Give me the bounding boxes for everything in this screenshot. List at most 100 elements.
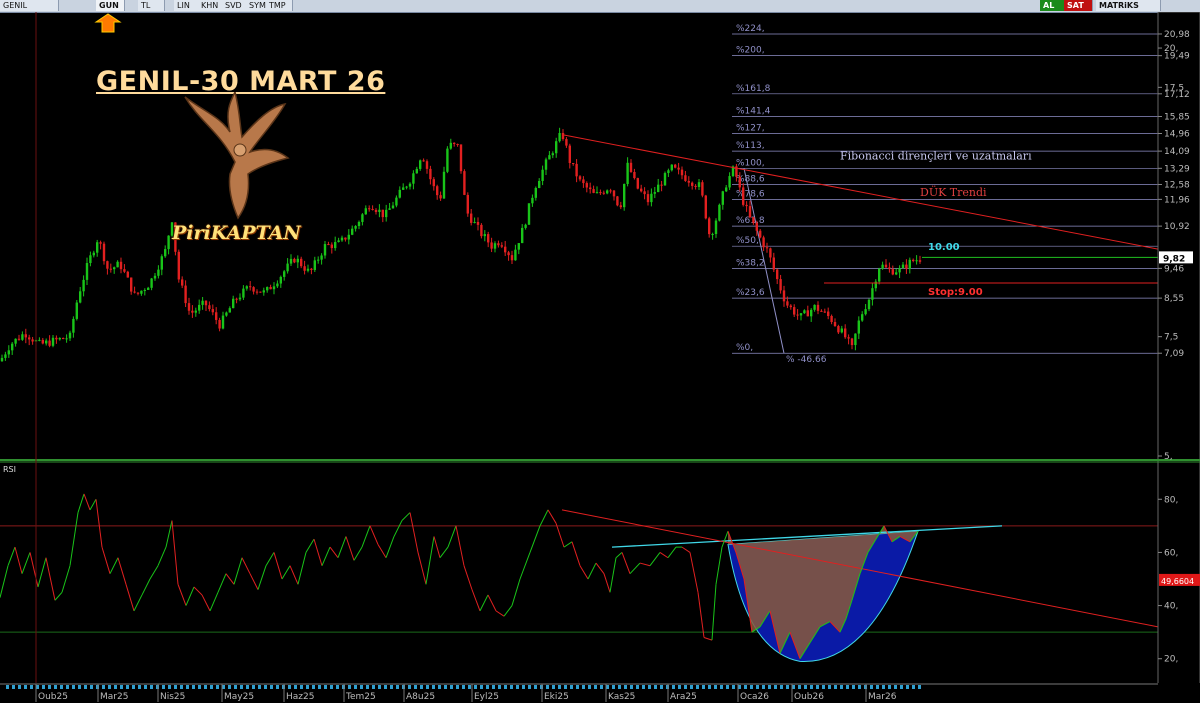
candle-body — [878, 268, 881, 282]
svd-button[interactable]: SVD — [222, 0, 249, 11]
candle-body — [334, 242, 337, 249]
rsi-segment — [14, 546, 23, 574]
rsi-segment — [217, 573, 227, 593]
x-axis-day-marker — [786, 685, 789, 689]
candle-body — [330, 244, 333, 249]
x-axis-day-marker — [114, 685, 117, 689]
candle-body — [436, 186, 439, 196]
x-axis-day-marker — [312, 685, 315, 689]
x-axis-day-marker — [396, 685, 399, 689]
candle-body — [867, 299, 871, 310]
rsi-segment — [471, 589, 481, 612]
candle-body — [102, 243, 106, 262]
candle-body — [524, 224, 527, 228]
symbol-field[interactable]: GENIL — [0, 0, 59, 11]
candle-body — [225, 312, 228, 316]
rsi-segment — [141, 578, 151, 596]
rsi-segment — [117, 557, 127, 585]
y-tick-label: 7,09 — [1164, 349, 1184, 359]
x-tick-label: Mar25 — [100, 692, 128, 702]
rsi-segment — [69, 512, 79, 566]
arrow-up-icon — [94, 13, 122, 33]
khn-button[interactable]: KHN — [198, 0, 225, 11]
candle-body — [480, 224, 483, 237]
fib-level-label: %100, — [736, 158, 765, 168]
rsi-segment — [265, 552, 275, 566]
x-axis-day-marker — [762, 685, 765, 689]
rsi-segment — [369, 525, 379, 545]
candle-body — [497, 243, 500, 246]
linear-button[interactable]: LIN — [174, 0, 201, 11]
rsi-segment — [149, 565, 159, 580]
candle-body — [623, 183, 626, 208]
candle-body — [153, 275, 157, 279]
x-axis-day-marker — [630, 685, 633, 689]
x-axis-day-marker — [210, 685, 213, 689]
candle-body — [704, 195, 707, 219]
rsi-segment — [571, 541, 581, 566]
candle-body — [449, 142, 452, 149]
candle-body — [857, 320, 860, 334]
rsi-segment — [587, 562, 597, 580]
candle-body — [157, 269, 160, 276]
x-axis-day-marker — [462, 685, 465, 689]
x-axis-day-marker — [6, 685, 9, 689]
candle-body — [602, 192, 605, 194]
candle-body — [187, 303, 191, 311]
candle-body — [691, 182, 694, 186]
rsi-segment — [393, 520, 403, 537]
rsi-segment — [89, 499, 97, 511]
candle-body — [548, 155, 551, 160]
candle-body — [555, 141, 558, 154]
rsi-segment — [529, 525, 541, 553]
candle-body — [7, 350, 10, 355]
rsi-segment — [21, 552, 31, 574]
candle-body — [793, 307, 796, 315]
x-axis-day-marker — [450, 685, 453, 689]
x-axis-day-marker — [294, 685, 297, 689]
brand-logo: PiriKAPTAN — [172, 222, 301, 244]
x-axis-day-marker — [810, 685, 813, 689]
rsi-segment — [377, 544, 387, 558]
candle-body — [119, 261, 123, 270]
candle-body — [55, 337, 58, 340]
candle-body — [24, 334, 27, 338]
fib-level-label: %0, — [736, 343, 753, 353]
trend-label: DÜK Trendi — [920, 185, 987, 199]
rsi-segment — [439, 546, 449, 559]
candle-body — [694, 185, 697, 187]
sell-button[interactable]: SAT — [1064, 0, 1093, 11]
candle-body — [830, 315, 833, 323]
fib-level-label: %38,2 — [736, 258, 765, 268]
y-tick-label: 17,12 — [1164, 90, 1190, 100]
rsi-segment — [225, 573, 235, 585]
x-axis-day-marker — [618, 685, 621, 689]
x-tick-label: Tem25 — [345, 692, 376, 702]
candle-body — [344, 237, 347, 240]
candle-body — [38, 339, 41, 341]
x-axis-day-marker — [480, 685, 483, 689]
period-button[interactable]: GUN — [96, 0, 125, 11]
fib-level-label: %113, — [736, 141, 765, 151]
rsi-segment — [409, 512, 419, 553]
rsi-segment — [595, 562, 605, 574]
candle-body — [453, 142, 456, 144]
candle-body — [660, 184, 663, 186]
currency-button[interactable]: TL — [138, 0, 165, 11]
x-tick-label: Kas25 — [608, 692, 635, 702]
candle-body — [368, 208, 371, 210]
tmp-button[interactable]: TMP — [266, 0, 293, 11]
candle-body — [521, 227, 524, 244]
candle-body — [198, 304, 201, 311]
x-axis-day-marker — [144, 685, 147, 689]
candle-body — [378, 209, 381, 213]
x-axis-day-marker — [798, 685, 801, 689]
candle-body — [221, 315, 225, 329]
x-axis-day-marker — [888, 685, 891, 689]
rsi-segment — [101, 546, 111, 574]
x-axis-day-marker — [360, 685, 363, 689]
candle-body — [898, 268, 901, 273]
buy-button[interactable]: AL — [1040, 0, 1065, 11]
candle-body — [58, 338, 61, 340]
candle-body — [272, 286, 276, 290]
